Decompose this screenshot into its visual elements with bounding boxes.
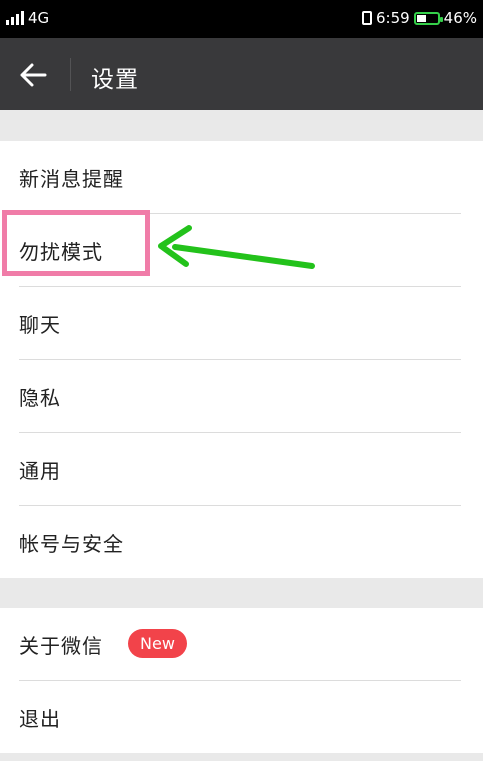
new-badge: New bbox=[128, 629, 187, 658]
battery-icon bbox=[413, 11, 443, 25]
setting-label: 新消息提醒 bbox=[19, 167, 124, 191]
setting-label: 帐号与安全 bbox=[19, 532, 124, 556]
setting-label: 聊天 bbox=[19, 313, 61, 337]
status-left: 4G bbox=[6, 9, 49, 27]
pointer-arrow-icon bbox=[158, 225, 315, 269]
setting-privacy[interactable]: 隐私 bbox=[0, 360, 483, 433]
title-bar: 设置 bbox=[0, 38, 483, 110]
signal-icon bbox=[6, 11, 24, 25]
setting-general[interactable]: 通用 bbox=[0, 433, 483, 506]
setting-label: 退出 bbox=[19, 707, 61, 731]
setting-new-message-alerts[interactable]: 新消息提醒 bbox=[0, 141, 483, 214]
setting-chat[interactable]: 聊天 bbox=[0, 287, 483, 360]
settings-group-main: 新消息提醒 勿扰模式 聊天 隐私 通用 帐号与安全 bbox=[0, 141, 483, 578]
clock: 6:59 bbox=[375, 9, 410, 27]
setting-logout[interactable]: 退出 bbox=[0, 681, 483, 754]
setting-label: 隐私 bbox=[19, 386, 61, 410]
title-divider bbox=[70, 58, 71, 91]
setting-label: 通用 bbox=[19, 459, 61, 483]
settings-group-secondary: 关于微信 New 退出 bbox=[0, 608, 483, 753]
setting-label: 关于微信 bbox=[19, 634, 103, 658]
status-right: 6:59 46% bbox=[361, 9, 477, 27]
status-bar: 4G 6:59 46% bbox=[0, 0, 483, 38]
setting-account-security[interactable]: 帐号与安全 bbox=[0, 506, 483, 579]
battery-percent: 46% bbox=[443, 9, 477, 27]
page-title: 设置 bbox=[91, 67, 139, 93]
vibrate-icon bbox=[361, 11, 372, 25]
network-type: 4G bbox=[28, 9, 50, 27]
back-arrow-icon[interactable] bbox=[18, 62, 48, 88]
setting-about-wechat[interactable]: 关于微信 New bbox=[0, 608, 483, 681]
highlight-box bbox=[2, 210, 150, 276]
